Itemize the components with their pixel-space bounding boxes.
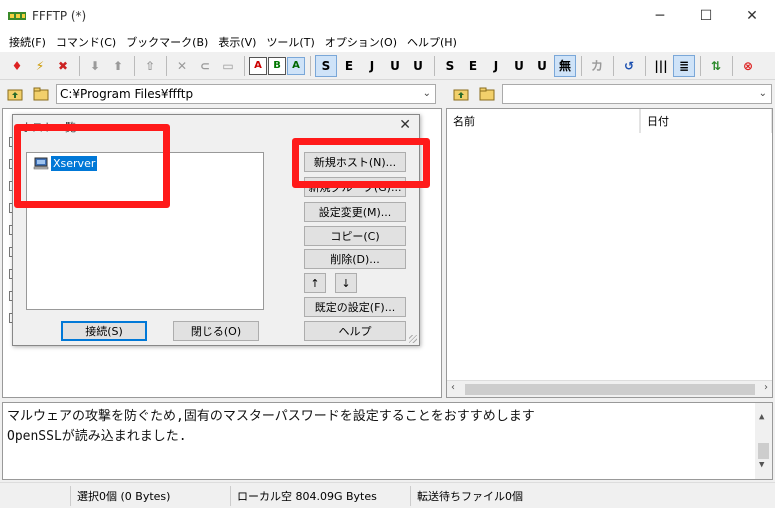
edit-settings-button[interactable]: 設定変更(M)...: [304, 202, 406, 222]
move-down-button[interactable]: ↓: [335, 273, 357, 293]
local-path-value: C:¥Program Files¥ffftp: [60, 87, 194, 101]
binary-mode-icon[interactable]: B: [268, 56, 286, 75]
remote-up-folder-icon[interactable]: [450, 84, 472, 104]
local-path-input[interactable]: C:¥Program Files¥ffftp ⌄: [56, 84, 436, 104]
scroll-left-icon[interactable]: ‹: [451, 382, 455, 393]
local-kanji-sjis-icon[interactable]: S: [439, 55, 461, 77]
ffftp-app-icon: [8, 12, 26, 20]
log-area[interactable]: マルウェアの攻撃を防ぐため,固有のマスターパスワードを設定することをおすすめしま…: [2, 402, 773, 480]
mirror-upload-icon[interactable]: ⇧: [139, 55, 161, 77]
toolbar: ♦ ⚡ ✖ ⬇ ⬆ ⇧ ✕ ⊂ ▭ A B A S E J U U S E J …: [0, 52, 775, 80]
local-kanji-utf8-icon[interactable]: U: [508, 55, 530, 77]
dialog-close-button[interactable]: 閉じる(O): [173, 321, 259, 341]
local-open-folder-icon[interactable]: [30, 84, 52, 104]
connect-plug-icon[interactable]: ♦: [6, 55, 28, 77]
delete-icon[interactable]: ✕: [171, 55, 193, 77]
status-selected: 選択0個 (0 Bytes): [70, 485, 230, 506]
connect-button[interactable]: 接続(S): [61, 321, 147, 341]
quick-connect-icon[interactable]: ⚡: [29, 55, 51, 77]
close-window-button[interactable]: ✕: [729, 0, 775, 32]
download-icon[interactable]: ⬇: [84, 55, 106, 77]
upload-icon[interactable]: ⬆: [107, 55, 129, 77]
column-header-name[interactable]: 名前: [447, 109, 640, 133]
status-queue: 転送待ちファイル0個: [410, 485, 610, 506]
remote-file-list[interactable]: 名前 日付 ‹ ›: [446, 108, 773, 398]
scroll-up-icon[interactable]: ▲: [759, 407, 764, 427]
status-bar: 選択0個 (0 Bytes) ローカル空 804.09G Bytes 転送待ちフ…: [0, 482, 775, 508]
no-conversion-button[interactable]: 無: [554, 54, 576, 77]
move-up-button[interactable]: ↑: [304, 273, 326, 293]
chevron-down-icon[interactable]: ⌄: [423, 88, 431, 99]
local-kanji-euc-icon[interactable]: E: [462, 55, 484, 77]
scroll-down-icon[interactable]: ▼: [759, 455, 764, 475]
delete-button[interactable]: 削除(D)...: [304, 249, 406, 269]
mkdir-icon[interactable]: ▭: [217, 55, 239, 77]
remote-horizontal-scrollbar[interactable]: ‹ ›: [447, 380, 772, 397]
remote-path-bar: ⌄: [446, 82, 775, 106]
scroll-thumb[interactable]: [465, 384, 755, 395]
auto-mode-icon[interactable]: A: [287, 56, 305, 75]
menu-bar: 接続(F) コマンド(C) ブックマーク(B) 表示(V) ツール(T) オプシ…: [0, 32, 775, 52]
menu-command[interactable]: コマンド(C): [51, 34, 121, 50]
maximize-button[interactable]: ☐: [683, 0, 729, 32]
refresh-icon[interactable]: ↺: [618, 55, 640, 77]
menu-bookmark[interactable]: ブックマーク(B): [121, 34, 213, 50]
remote-open-folder-icon[interactable]: [476, 84, 498, 104]
minimize-button[interactable]: ─: [637, 0, 683, 32]
scroll-right-icon[interactable]: ›: [764, 382, 768, 393]
list-view-icon[interactable]: |||: [650, 55, 672, 77]
disconnect-icon[interactable]: ✖: [52, 55, 74, 77]
detail-view-icon[interactable]: ≣: [673, 54, 695, 77]
remote-kanji-euc-icon[interactable]: E: [338, 55, 360, 77]
remote-path-input[interactable]: ⌄: [502, 84, 772, 104]
log-vertical-scrollbar[interactable]: ▲ ▼: [755, 403, 772, 479]
stop-icon[interactable]: ⊗: [737, 55, 759, 77]
remote-kanji-utf8-icon[interactable]: U: [384, 55, 406, 77]
menu-view[interactable]: 表示(V): [213, 34, 261, 50]
window-title: FFFTP (*): [32, 9, 87, 23]
column-header-date[interactable]: 日付: [640, 109, 772, 133]
menu-help[interactable]: ヘルプ(H): [402, 34, 462, 50]
default-settings-button[interactable]: 既定の設定(F)...: [304, 297, 406, 317]
dialog-close-icon[interactable]: ✕: [399, 117, 411, 133]
ascii-mode-icon[interactable]: A: [249, 56, 267, 75]
local-kanji-utf8bom-icon[interactable]: U: [531, 55, 553, 77]
copy-button[interactable]: コピー(C): [304, 226, 406, 246]
local-up-folder-icon[interactable]: [4, 84, 26, 104]
help-button[interactable]: ヘルプ: [304, 321, 406, 341]
remote-kanji-jis-icon[interactable]: J: [361, 55, 383, 77]
status-local-free: ローカル空 804.09G Bytes: [230, 485, 410, 506]
local-path-bar: C:¥Program Files¥ffftp ⌄: [0, 82, 444, 106]
sync-folder-icon[interactable]: ⇅: [705, 55, 727, 77]
rename-icon[interactable]: ⊂: [194, 55, 216, 77]
kana-convert-button[interactable]: カ: [586, 55, 608, 77]
local-kanji-jis-icon[interactable]: J: [485, 55, 507, 77]
title-bar: FFFTP (*) ─ ☐ ✕: [0, 0, 775, 32]
annotation-box-new-host: [292, 138, 430, 188]
log-line: マルウェアの攻撃を防ぐため,固有のマスターパスワードを設定することをおすすめしま…: [7, 409, 535, 424]
remote-kanji-sjis-icon[interactable]: S: [315, 54, 337, 77]
remote-kanji-utf8bom-icon[interactable]: U: [407, 55, 429, 77]
menu-connect[interactable]: 接続(F): [4, 34, 51, 50]
annotation-box-host-list: [14, 124, 170, 208]
chevron-down-icon[interactable]: ⌄: [759, 88, 767, 99]
resize-grip[interactable]: [409, 335, 417, 343]
menu-options[interactable]: オプション(O): [320, 34, 402, 50]
menu-tools[interactable]: ツール(T): [261, 34, 319, 50]
log-line: OpenSSLが読み込まれました.: [7, 429, 187, 444]
